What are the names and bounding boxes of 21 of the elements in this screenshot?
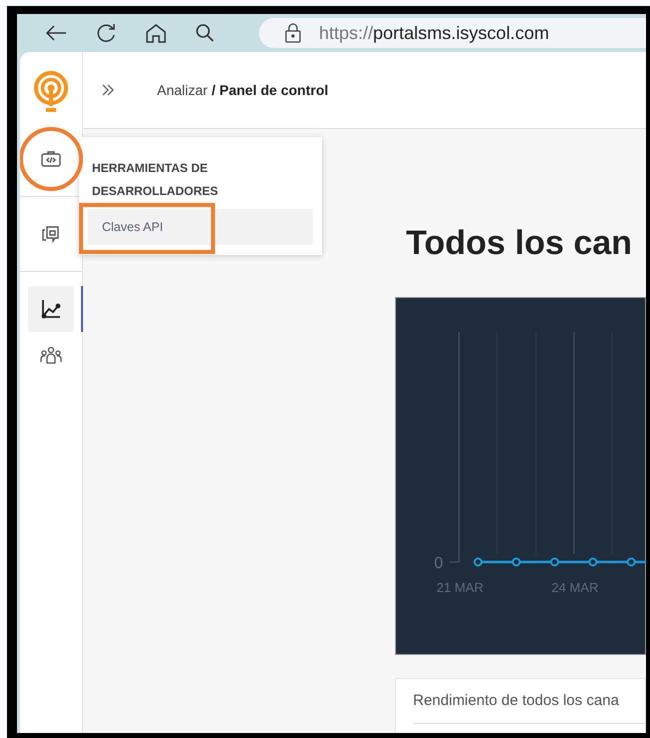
y-tick-label: 0: [434, 555, 443, 572]
x-tick-label: 24 MAR: [552, 580, 598, 595]
line-chart-icon[interactable]: [40, 298, 62, 320]
page-heading: Todos los can: [406, 223, 634, 263]
people-icon[interactable]: [39, 345, 63, 365]
highlight-circle: [20, 127, 83, 191]
reload-icon[interactable]: [95, 22, 117, 44]
search-icon[interactable]: [195, 23, 215, 43]
expand-icon[interactable]: [101, 83, 115, 97]
back-icon[interactable]: [45, 24, 67, 42]
breadcrumb-current: / Panel de control: [212, 82, 328, 98]
chat-icon[interactable]: [41, 224, 61, 244]
toolbox-code-icon[interactable]: [40, 150, 62, 168]
lock-icon: [285, 23, 301, 43]
home-icon[interactable]: [145, 23, 167, 43]
menu-item[interactable]: Claves API: [88, 209, 313, 245]
x-tick-label: 21 MAR: [436, 580, 484, 595]
breadcrumb-link[interactable]: Analizar: [157, 82, 208, 98]
menu-heading: HERRAMIENTAS DE DESARROLLADORES: [92, 160, 220, 200]
card-title: Rendimiento de todos los cana: [413, 679, 645, 724]
address-bar[interactable]: https://portalsms.isyscol.com: [259, 18, 646, 48]
